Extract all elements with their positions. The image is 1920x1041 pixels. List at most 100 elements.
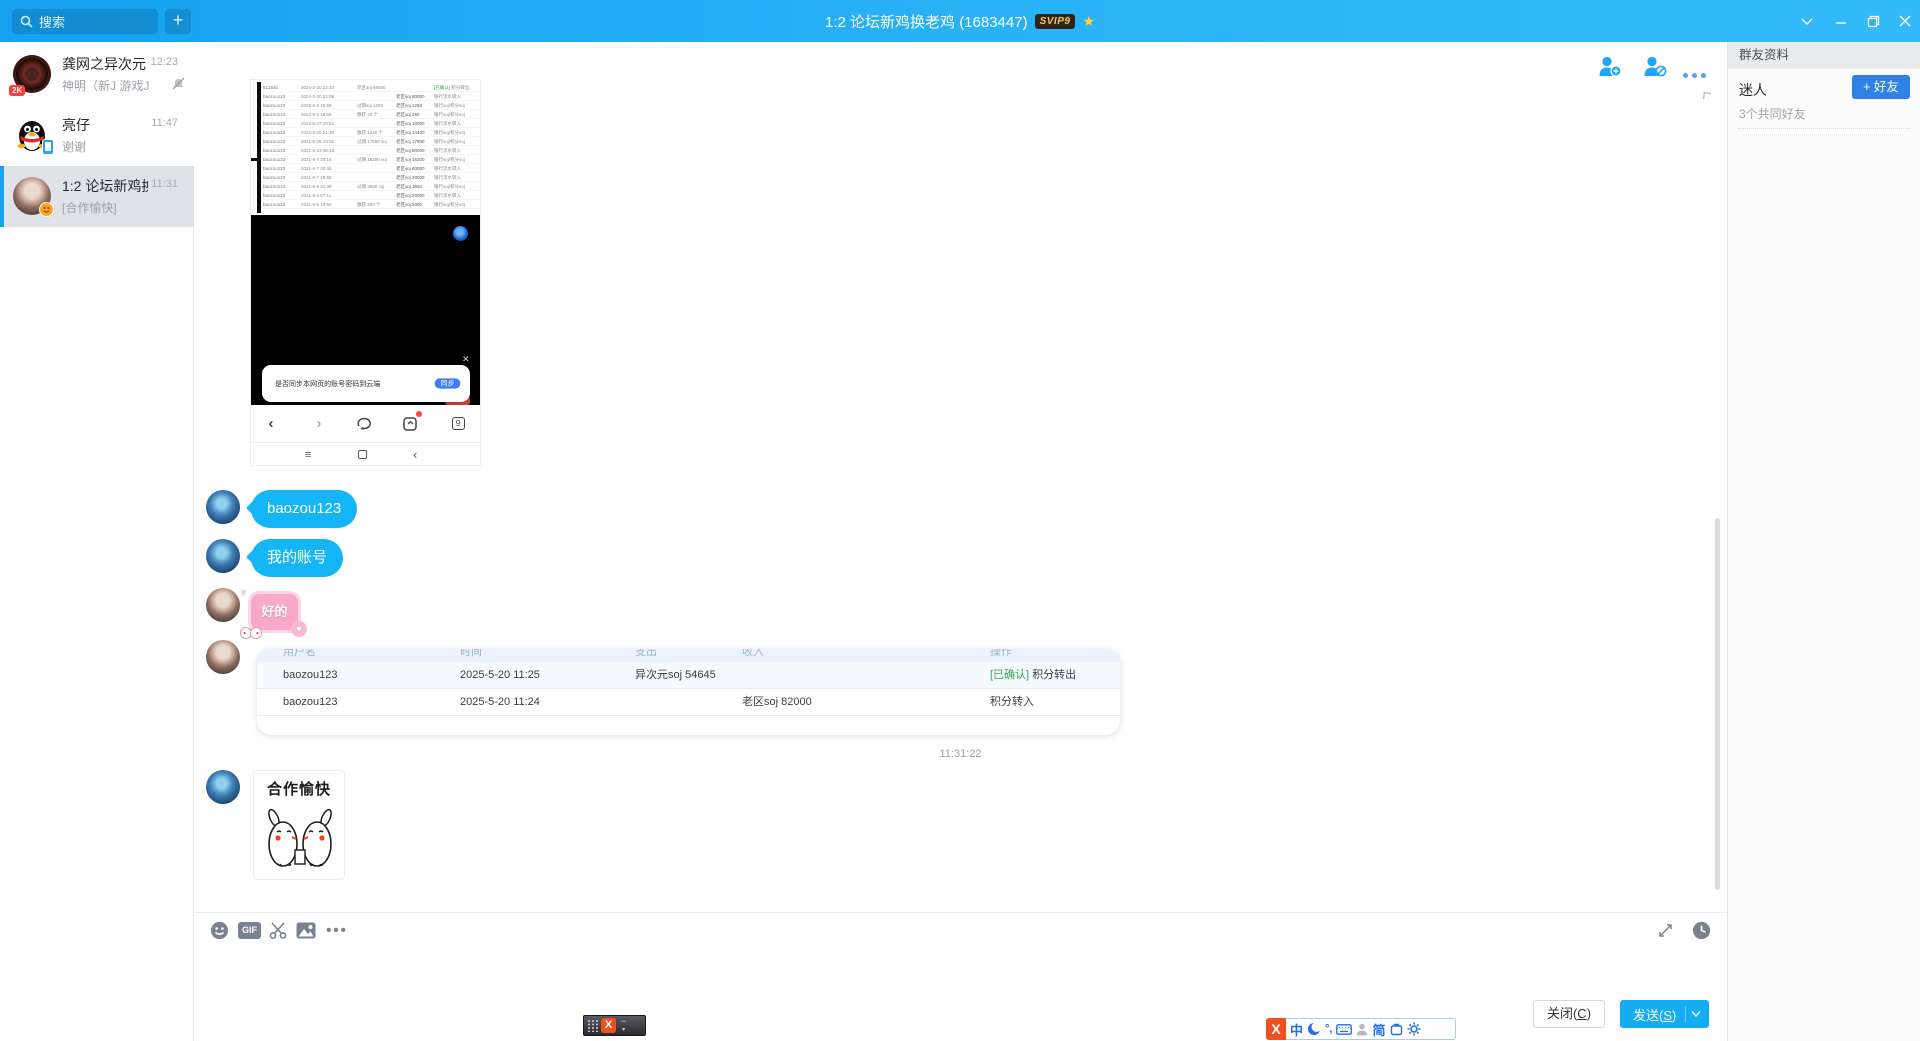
sync-button[interactable]: 同步 xyxy=(434,378,461,389)
sync-dialog: 是否同步本网页的账号密码到云端 同步 xyxy=(262,365,470,402)
tabs-icon[interactable] xyxy=(401,405,422,442)
add-button[interactable]: + xyxy=(165,9,191,34)
sender-avatar[interactable] xyxy=(206,490,240,524)
phone-table-row: baozou123 2022-6-3 15:59 缴获 20 个老区soj 250 银… xyxy=(263,110,480,119)
member-name: 迷人 xyxy=(1739,82,1767,98)
back-icon[interactable]: ‹ xyxy=(263,405,279,442)
window-title: 1:2 论坛新鸡换老鸡 (1683447) xyxy=(825,13,1028,31)
gear-icon[interactable] xyxy=(1407,1022,1421,1036)
menu-icon[interactable]: ≡ xyxy=(305,443,311,466)
moon-icon[interactable] xyxy=(1307,1022,1322,1036)
sync-dialog-text: 是否同步本网页的账号密码到云端 xyxy=(275,379,381,388)
phone-table-row: baozou123 2021-6-7 20:45 老区soj 60000 银行流水转入… xyxy=(263,164,480,173)
sidebar-item-liangzai[interactable]: 亮仔 11:47 谢谢 xyxy=(0,105,194,166)
mobile-online-badge xyxy=(42,139,54,155)
ime-logo-icon[interactable]: X xyxy=(601,1018,616,1033)
bunnies-illustration xyxy=(268,808,332,867)
collapse-panel-icon[interactable] xyxy=(1696,83,1715,104)
user-icon[interactable] xyxy=(1356,1023,1368,1036)
dialog-close-icon[interactable]: ✕ xyxy=(462,354,470,365)
add-friend-button[interactable]: + 好友 xyxy=(1852,75,1910,99)
maximize-button[interactable] xyxy=(1860,11,1886,31)
phone-table-row: baozou123 2021-6-5 19:50 缴获 200 个老区soj 200… xyxy=(263,200,480,209)
coop-sticker-text: 合作愉快 xyxy=(266,781,331,798)
table-row: baozou123 2025-5-20 11:25 异次元soj 54645 [… xyxy=(257,662,1120,689)
search-input[interactable]: 搜索 xyxy=(12,9,158,34)
2k-badge: 2K xyxy=(9,85,26,96)
more-tools-icon[interactable]: ••• xyxy=(326,920,348,940)
ime-logo-icon[interactable]: X xyxy=(1266,1017,1286,1040)
mutual-friends: 3个共同好友 xyxy=(1739,107,1806,121)
ok-sticker[interactable]: 好的 ♥ ♥ xyxy=(240,588,307,639)
more-menu-icon[interactable] xyxy=(1681,65,1708,83)
phone-table-row: baozou123 2021-6-7 20:16 过期 16200 soj 老区soj… xyxy=(263,155,480,164)
notification-badge xyxy=(416,411,422,417)
message-bubble[interactable]: 我的账号 xyxy=(251,539,344,577)
close-chat-button[interactable]: 关闭(C) xyxy=(1533,1000,1605,1028)
phone-left-strip xyxy=(257,82,261,213)
send-button[interactable]: 发送(S) xyxy=(1620,1000,1709,1028)
coop-sticker[interactable]: 合作愉快 xyxy=(253,770,345,880)
sidebar-item-gongwang[interactable]: 2K 龚网之异次元 12:23 神明（新J 游戏J xyxy=(0,44,194,105)
ime-mini-bar[interactable]: X − ▾ xyxy=(583,1015,646,1036)
phone-table-row: baozou123 2022-5-20 21:39 缴获 1440 个老区soj 1… xyxy=(263,128,480,137)
panel-divider xyxy=(1738,128,1910,129)
phone-table-row: baozou123 2024-2-20 22:09 老区soj 80000 银行流水转… xyxy=(263,92,480,101)
contact-time: 12:23 xyxy=(150,56,178,68)
heart-icon: ♥ xyxy=(291,621,307,637)
gif-icon[interactable]: GIF xyxy=(238,922,261,939)
punctuation-mode[interactable]: °, xyxy=(1325,1023,1332,1035)
send-options-chevron-icon[interactable] xyxy=(1686,1010,1706,1018)
phone-table-row: baozou123 2021-6-7 19:55 老区soj 20000 银行流水转入… xyxy=(263,173,480,182)
forward-icon[interactable]: › xyxy=(311,405,327,442)
ok-sticker-text: 好的 xyxy=(261,604,288,619)
contact-time: 11:47 xyxy=(151,117,178,129)
drag-handle-icon[interactable] xyxy=(587,1019,598,1032)
toolbox-icon[interactable] xyxy=(1390,1023,1403,1036)
record-table-header: 用户名 时间 支出 收入 操作 xyxy=(257,649,1120,662)
image-icon[interactable] xyxy=(295,920,317,940)
phone-dash xyxy=(251,158,260,161)
contact-name: 龚网之异次元 xyxy=(62,56,146,72)
refresh-swirl-icon[interactable] xyxy=(355,405,373,442)
back-chevron-icon[interactable]: ‹ xyxy=(413,443,417,466)
sender-avatar[interactable] xyxy=(206,640,240,674)
minimize-button[interactable] xyxy=(1828,11,1854,31)
scrollbar[interactable] xyxy=(1715,518,1720,890)
tab-count-icon[interactable]: 9 xyxy=(450,405,466,442)
home-square-icon[interactable] xyxy=(358,443,367,466)
block-member-icon[interactable] xyxy=(1643,55,1667,82)
sidebar-item-forum-group[interactable]: 1:2 论坛新鸡换老鸡 11:31 [合作愉快] xyxy=(0,166,194,227)
keyboard-icon[interactable] xyxy=(1336,1023,1353,1035)
timestamp: 11:31:22 xyxy=(939,748,982,760)
sender-avatar[interactable] xyxy=(206,539,240,573)
chevron-down-icon[interactable] xyxy=(1794,11,1820,31)
add-member-icon[interactable] xyxy=(1598,55,1622,82)
emoji-icon[interactable] xyxy=(208,920,230,940)
phone-screenshot-image[interactable]: 81254b 2024-2-20 22:10 老区soj 69000 [已确认] 积分… xyxy=(251,80,480,465)
phone-table-row: baozou123 2021-6-23 08:15 老区soj 80000 银行流水转… xyxy=(263,146,480,155)
conversation-sidebar: 2K 龚网之异次元 12:23 神明（新J 游戏J 亮仔 11:47 谢谢 1:… xyxy=(0,42,194,1041)
record-table-message[interactable]: 用户名 时间 支出 收入 操作 baozou123 2025-5-20 11:2… xyxy=(257,649,1120,735)
selected-indicator xyxy=(0,166,4,227)
avatar xyxy=(13,177,54,217)
history-clock-icon[interactable] xyxy=(1690,920,1712,940)
simplified-mode[interactable]: 简 xyxy=(1372,1020,1385,1039)
browser-navbar: ‹ › 9 xyxy=(251,405,480,442)
phone-table-row: baozou123 2022-6-3 15:59 过期soj 1250 老区soj 1… xyxy=(263,101,480,110)
message-bubble[interactable]: baozou123 xyxy=(251,490,358,528)
close-button[interactable] xyxy=(1892,11,1918,31)
expand-icon[interactable] xyxy=(1654,920,1676,940)
avatar xyxy=(13,116,54,155)
phone-table-section: 81254b 2024-2-20 22:10 老区soj 69000 [已确认] 积分… xyxy=(251,80,480,215)
phone-table-row: baozou123 2021-6-4 07:11 老区soj 20000 银行流水转入… xyxy=(263,191,480,200)
sender-avatar[interactable] xyxy=(206,770,240,804)
search-icon xyxy=(20,15,33,28)
android-navbar: ≡ ‹ xyxy=(251,442,480,465)
ime-toolbar[interactable]: X 中 °, 简 xyxy=(1266,1017,1456,1040)
sender-avatar[interactable] xyxy=(206,588,240,622)
ime-cn-mode[interactable]: 中 xyxy=(1290,1020,1303,1039)
screenshot-scissors-icon[interactable] xyxy=(267,920,289,940)
ime-minimize-icon[interactable]: − ▾ xyxy=(621,1016,626,1034)
titlebar: 搜索 + 1:2 论坛新鸡换老鸡 (1683447) SVIP9 ★ xyxy=(0,0,1920,42)
